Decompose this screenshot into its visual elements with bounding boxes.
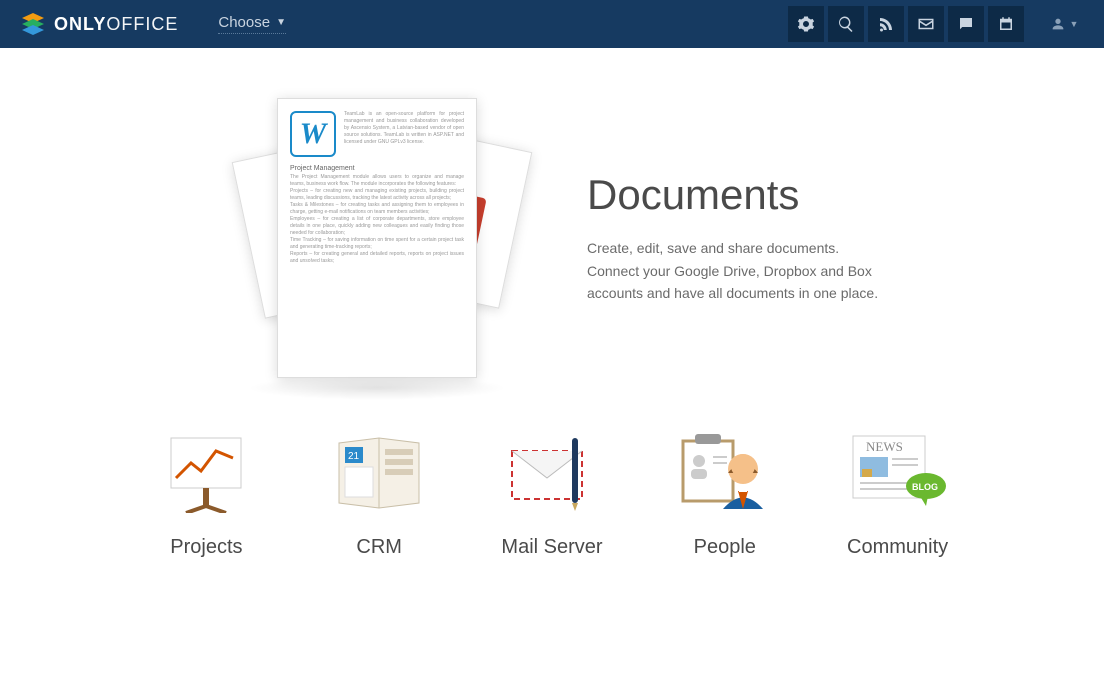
svg-text:BLOG: BLOG [912, 482, 938, 492]
mail-icon [502, 428, 602, 518]
nav-icons [788, 6, 1024, 42]
logo[interactable]: ONLYOFFICE [20, 11, 178, 37]
chevron-down-icon: ▼ [1070, 19, 1079, 29]
module-label: Mail Server [482, 536, 622, 559]
search-button[interactable] [828, 6, 864, 42]
doc-body2: Projects – for creating new and managing… [290, 188, 464, 202]
user-icon [1050, 16, 1066, 32]
hero-description: Create, edit, save and share documents. … [587, 237, 887, 304]
chevron-down-icon: ▼ [276, 17, 286, 28]
choose-dropdown[interactable]: Choose ▼ [218, 14, 286, 34]
gear-icon [797, 15, 815, 33]
brand-suffix: OFFICE [106, 14, 178, 35]
modules-row: Projects 21 CRM [80, 428, 1024, 559]
doc-body1: The Project Management module allows use… [290, 174, 464, 188]
hero-title: Documents [587, 171, 887, 219]
settings-button[interactable] [788, 6, 824, 42]
doc-body6: Reports – for creating general and detai… [290, 251, 464, 265]
user-menu[interactable]: ▼ [1044, 6, 1084, 42]
hero-section: X W TeamLab is an open-source platform f… [80, 78, 1024, 398]
word-badge-icon: W [290, 111, 336, 157]
community-icon: NEWS BLOG [848, 428, 948, 518]
feed-button[interactable] [868, 6, 904, 42]
chat-button[interactable] [948, 6, 984, 42]
doc-body3: Tasks & Milestones – for creating tasks … [290, 202, 464, 216]
feed-icon [877, 15, 895, 33]
people-icon [675, 428, 775, 518]
main-content: X W TeamLab is an open-source platform f… [0, 48, 1104, 599]
module-crm[interactable]: 21 CRM [309, 428, 449, 559]
mail-button[interactable] [908, 6, 944, 42]
module-community[interactable]: NEWS BLOG Community [828, 428, 968, 559]
crm-icon: 21 [329, 428, 429, 518]
module-projects[interactable]: Projects [136, 428, 276, 559]
logo-icon [20, 11, 46, 37]
svg-text:NEWS: NEWS [866, 439, 903, 454]
module-label: Projects [136, 536, 276, 559]
mail-icon [917, 15, 935, 33]
module-mail[interactable]: Mail Server [482, 428, 622, 559]
choose-label: Choose [218, 14, 270, 31]
document-page-icon: W TeamLab is an open-source platform for… [277, 98, 477, 378]
doc-section-title: Project Management [290, 165, 464, 172]
doc-body5: Time Tracking – for saving information o… [290, 237, 464, 251]
module-label: Community [828, 536, 968, 559]
hero-text: Documents Create, edit, save and share d… [587, 171, 887, 304]
projects-icon [156, 428, 256, 518]
calendar-icon [997, 15, 1015, 33]
module-label: CRM [309, 536, 449, 559]
module-label: People [655, 536, 795, 559]
module-people[interactable]: People [655, 428, 795, 559]
doc-body4: Employees – for creating a list of corpo… [290, 216, 464, 237]
svg-text:21: 21 [348, 451, 360, 462]
doc-intro-text: TeamLab is an open-source platform for p… [344, 111, 464, 157]
calendar-button[interactable] [988, 6, 1024, 42]
header: ONLYOFFICE Choose ▼ ▼ [0, 0, 1104, 48]
search-icon [837, 15, 855, 33]
chat-icon [957, 15, 975, 33]
brand-prefix: ONLY [54, 14, 106, 35]
documents-illustration: X W TeamLab is an open-source platform f… [217, 88, 537, 388]
